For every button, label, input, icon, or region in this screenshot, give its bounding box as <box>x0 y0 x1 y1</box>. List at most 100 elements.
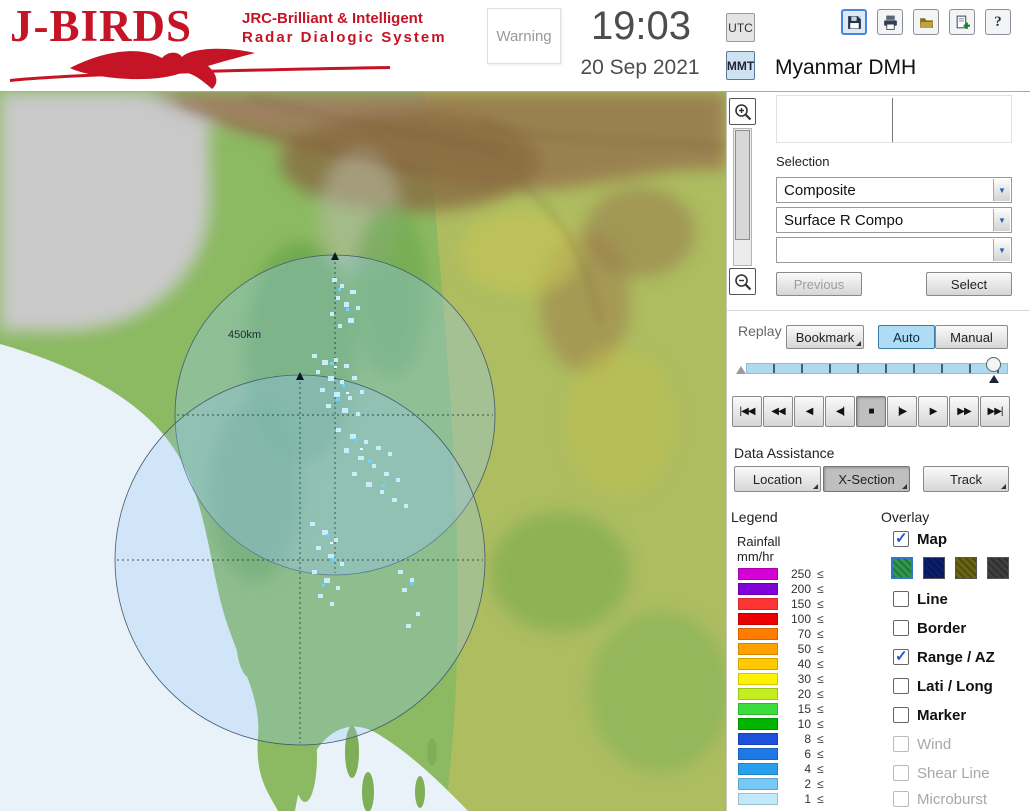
legend-value: 250 <box>790 567 811 581</box>
help-icon: ? <box>994 13 1002 30</box>
previous-button[interactable]: Previous <box>776 272 862 296</box>
manual-mode-button[interactable]: Manual <box>935 325 1008 349</box>
legend-operator: ≤ <box>817 627 824 641</box>
auto-mode-button[interactable]: Auto <box>878 325 935 349</box>
overlay-item-label: Marker <box>917 706 967 724</box>
map-style-swatch-olive[interactable] <box>955 557 977 579</box>
save-button[interactable] <box>841 9 867 35</box>
overlay-item-label: Microburst <box>917 790 988 808</box>
play-reverse-button[interactable]: ◀ <box>794 396 824 427</box>
fast-forward-button[interactable]: ▶▶ <box>949 396 979 427</box>
legend-color-swatch <box>738 718 778 730</box>
legend-value: 1 <box>804 792 811 806</box>
option-dropdown[interactable] <box>776 237 1012 263</box>
overlay-item-line[interactable]: Line <box>893 589 948 609</box>
border-checkbox[interactable] <box>893 620 909 636</box>
overlay-item-border[interactable]: Border <box>893 618 966 638</box>
timeline-handle[interactable] <box>986 357 1001 372</box>
range-az-checkbox[interactable] <box>893 647 909 665</box>
zoom-scrollbar[interactable] <box>733 128 752 266</box>
legend-value: 8 <box>804 732 811 746</box>
chevron-down-icon[interactable] <box>993 239 1010 261</box>
overlay-item-lati-long[interactable]: Lati / Long <box>893 676 993 696</box>
stop-button[interactable]: ■ <box>856 396 886 427</box>
product-dropdown[interactable]: Surface R Compo <box>776 207 1012 233</box>
play-button[interactable]: ▶ <box>918 396 948 427</box>
selection-section-label: Selection <box>776 154 830 169</box>
map-checkbox[interactable] <box>893 529 909 547</box>
overlay-item-marker[interactable]: Marker <box>893 705 966 725</box>
legend-row: 70 ≤ <box>727 627 877 642</box>
overlay-item-map[interactable]: Map <box>893 529 947 549</box>
map-style-swatch-blue[interactable] <box>923 557 945 579</box>
location-button[interactable]: Location <box>734 466 821 492</box>
skip-to-end-button[interactable]: ▶▶| <box>980 396 1010 427</box>
print-icon <box>883 15 897 30</box>
mmt-button[interactable]: MMT <box>726 51 755 80</box>
legend-value: 200 <box>790 582 811 596</box>
legend-row: 6 ≤ <box>727 747 877 762</box>
legend-operator: ≤ <box>817 582 824 596</box>
legend-value: 50 <box>797 642 811 656</box>
legend-row: 50 ≤ <box>727 642 877 657</box>
legend-operator: ≤ <box>817 567 824 581</box>
legend-value: 30 <box>797 672 811 686</box>
station-name: Myanmar DMH <box>775 56 917 79</box>
overlay-item-range-az[interactable]: Range / AZ <box>893 647 995 667</box>
category-dropdown[interactable]: Composite <box>776 177 1012 203</box>
app-logo-title: J-BIRDS <box>10 1 193 51</box>
export-button[interactable] <box>949 9 975 35</box>
timeline-slider[interactable] <box>746 363 1008 374</box>
legend-color-swatch <box>738 613 778 625</box>
step-forward-button[interactable]: |▶ <box>887 396 917 427</box>
track-button[interactable]: Track <box>923 466 1009 492</box>
timeline-start-marker <box>736 366 746 374</box>
fast-rewind-button[interactable]: ◀◀ <box>763 396 793 427</box>
legend-operator: ≤ <box>817 687 824 701</box>
legend-row: 200 ≤ <box>727 582 877 597</box>
range-ring-label: 450km <box>228 329 261 341</box>
legend-value: 2 <box>804 777 811 791</box>
zoom-in-button[interactable] <box>729 98 756 125</box>
legend-row: 250 ≤ <box>727 567 877 582</box>
legend-row: 2 ≤ <box>727 777 877 792</box>
x-section-button[interactable]: X-Section <box>823 466 910 492</box>
timeline-position-marker <box>989 375 999 383</box>
bookmark-button[interactable]: Bookmark <box>786 325 864 349</box>
legend-subtitle-rainfall: Rainfall <box>737 534 781 549</box>
line-checkbox[interactable] <box>893 591 909 607</box>
legend-row: 1 ≤ <box>727 792 877 807</box>
legend-row: 15 ≤ <box>727 702 877 717</box>
legend-value: 6 <box>804 747 811 761</box>
chevron-down-icon[interactable] <box>993 179 1010 201</box>
legend-operator: ≤ <box>817 657 824 671</box>
legend-value: 15 <box>797 702 811 716</box>
range-ring-south <box>114 374 486 746</box>
chevron-down-icon[interactable] <box>993 209 1010 231</box>
legend-row: 20 ≤ <box>727 687 877 702</box>
legend-value: 10 <box>797 717 811 731</box>
select-button[interactable]: Select <box>926 272 1012 296</box>
lati-long-checkbox[interactable] <box>893 678 909 694</box>
marker-checkbox[interactable] <box>893 707 909 723</box>
overlay-title: Overlay <box>881 509 930 525</box>
help-button[interactable]: ? <box>985 9 1011 35</box>
legend-row: 10 ≤ <box>727 717 877 732</box>
legend-operator: ≤ <box>817 747 824 761</box>
radar-map[interactable]: 450km <box>0 92 726 811</box>
zoom-out-button[interactable] <box>729 268 756 295</box>
utc-button[interactable]: UTC <box>726 13 755 42</box>
map-style-swatch-green[interactable] <box>891 557 913 579</box>
warning-label: Warning <box>496 27 552 45</box>
overlay-item-microburst: Microburst <box>893 789 987 809</box>
print-button[interactable] <box>877 9 903 35</box>
open-folder-button[interactable] <box>913 9 939 35</box>
map-style-swatch-gray[interactable] <box>987 557 1009 579</box>
step-back-button[interactable]: ◀| <box>825 396 855 427</box>
legend-row: 100 ≤ <box>727 612 877 627</box>
skip-to-start-button[interactable]: |◀◀ <box>732 396 762 427</box>
zoom-scrollbar-thumb[interactable] <box>735 130 750 240</box>
product-dropdown-value: Surface R Compo <box>784 212 904 229</box>
overlay-item-label: Line <box>917 590 948 608</box>
wind-checkbox <box>893 736 909 752</box>
